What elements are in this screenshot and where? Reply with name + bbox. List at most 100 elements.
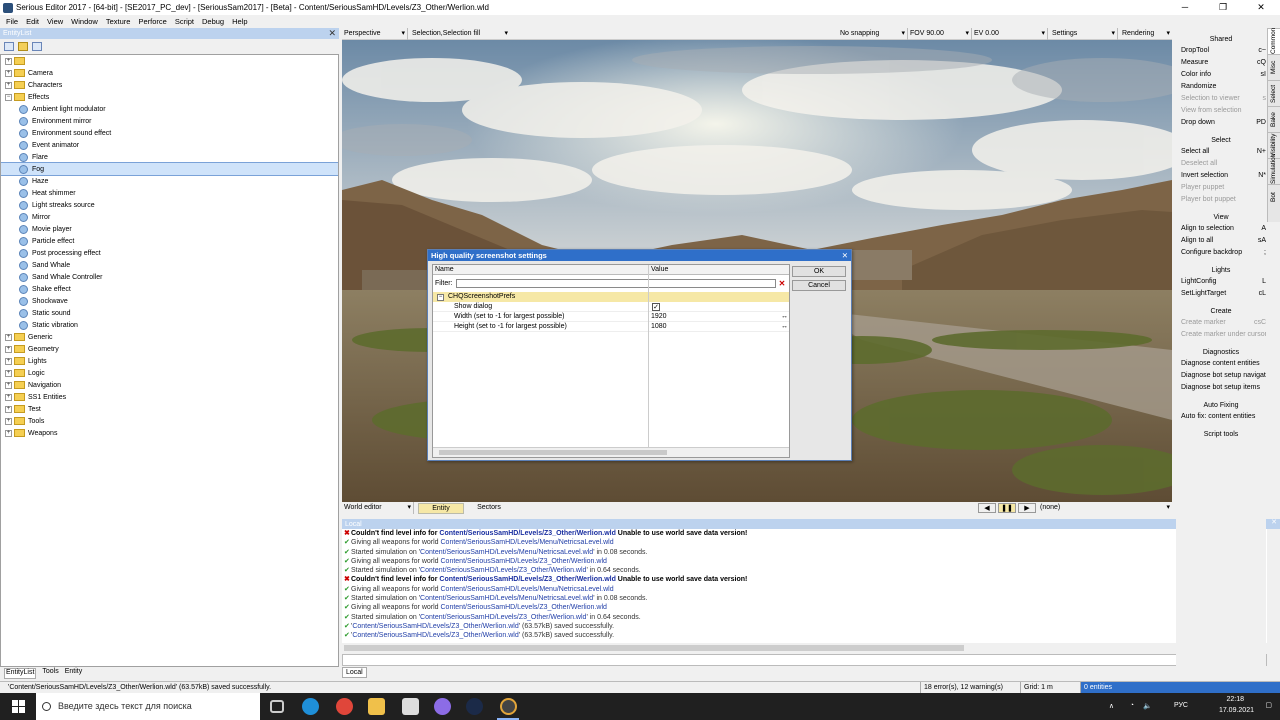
play-back-icon[interactable]: ◀ xyxy=(978,503,996,513)
editor-mode-dropdown[interactable]: World editor xyxy=(342,502,414,514)
spin-icon[interactable]: ↔ xyxy=(781,312,788,322)
tab-common[interactable]: Common xyxy=(1268,28,1280,54)
tool-action[interactable]: LightConfig L xyxy=(1176,276,1266,288)
tool-action[interactable]: SetLightTarget cL xyxy=(1176,288,1266,300)
height-value[interactable]: 1080 xyxy=(651,322,667,332)
close-icon[interactable]: ✕ xyxy=(328,28,336,39)
log-horizontal-scrollbar[interactable] xyxy=(342,643,1267,653)
tree-folder[interactable]: + Characters xyxy=(1,79,338,91)
expand-icon[interactable]: + xyxy=(5,81,12,89)
chrome-icon[interactable] xyxy=(336,698,353,715)
expand-icon[interactable]: + xyxy=(5,393,12,401)
collapse-icon[interactable]: − xyxy=(5,93,12,101)
view-mode-dropdown[interactable]: Perspective xyxy=(342,28,408,40)
tree-entity[interactable]: Movie player xyxy=(1,223,338,235)
playback-dropdown[interactable]: (none) xyxy=(1038,502,1172,514)
status-errors[interactable]: 18 error(s), 12 warning(s) xyxy=(920,682,1018,693)
tree-entity[interactable]: Environment mirror xyxy=(1,115,338,127)
tree-folder[interactable]: + Test xyxy=(1,403,338,415)
tree-folder[interactable]: + Navigation xyxy=(1,379,338,391)
new-folder-icon[interactable] xyxy=(18,41,28,51)
ok-button[interactable]: OK xyxy=(792,266,846,277)
settings-dropdown[interactable]: Settings xyxy=(1050,28,1118,40)
tool-action[interactable]: Color info sI xyxy=(1176,69,1266,81)
tab-entity[interactable]: Entity xyxy=(65,668,83,679)
log-path-link[interactable]: Content/SeriousSamHD/Levels/Z3_Other/Wer… xyxy=(352,632,518,639)
tool-action[interactable]: Diagnose bot setup items xyxy=(1176,382,1266,394)
minimize-icon[interactable]: ─ xyxy=(1166,0,1204,15)
edge-icon[interactable] xyxy=(302,698,319,715)
column-header-name[interactable]: Name xyxy=(433,265,649,275)
tool-action[interactable]: Randomize xyxy=(1176,81,1266,93)
menu-edit[interactable]: Edit xyxy=(26,17,39,26)
tray-chevron-icon[interactable]: ∧ xyxy=(1109,702,1114,710)
menu-help[interactable]: Help xyxy=(232,17,247,26)
tab-select[interactable]: Select xyxy=(1268,80,1280,106)
tool-action[interactable]: Align to all sA xyxy=(1176,235,1266,247)
tree-entity[interactable]: Heat shimmer xyxy=(1,187,338,199)
tree-entity[interactable]: Static vibration xyxy=(1,319,338,331)
selection-mode-label[interactable]: Selection,Selection fill xyxy=(410,28,510,40)
log-output[interactable]: ✖Couldn't find level info for Content/Se… xyxy=(342,529,1267,643)
play-icon[interactable]: ▶ xyxy=(1018,503,1036,513)
close-icon[interactable]: ✕ xyxy=(842,250,848,261)
width-value[interactable]: 1920 xyxy=(651,312,667,322)
tree-folder[interactable]: + Logic xyxy=(1,367,338,379)
expand-icon[interactable]: + xyxy=(5,429,12,437)
collapse-icon[interactable]: − xyxy=(437,294,444,301)
expand-icon[interactable]: + xyxy=(5,357,12,365)
log-vertical-scrollbar[interactable] xyxy=(1267,529,1280,643)
tool-action[interactable]: Align to selection A xyxy=(1176,223,1266,235)
tree-entity[interactable]: Environment sound effect xyxy=(1,127,338,139)
close-icon[interactable]: ✕ xyxy=(1242,0,1280,15)
tree-folder[interactable]: + Geometry xyxy=(1,343,338,355)
tab-sectors[interactable]: Sectors xyxy=(466,503,512,514)
tree-entity[interactable]: Post processing effect xyxy=(1,247,338,259)
clear-filter-icon[interactable]: ✕ xyxy=(777,279,787,288)
log-path-link[interactable]: Content/SeriousSamHD/Levels/Z3_Other/Wer… xyxy=(439,530,615,537)
fov-dropdown[interactable]: FOV 90.00 xyxy=(908,28,972,40)
filter-input[interactable] xyxy=(456,279,776,288)
tree-entity[interactable]: Mirror xyxy=(1,211,338,223)
expand-icon[interactable]: + xyxy=(5,417,12,425)
expand-icon[interactable]: + xyxy=(5,405,12,413)
clock-time[interactable]: 22:18 xyxy=(1226,696,1244,703)
tool-action[interactable]: DropTool c~ xyxy=(1176,45,1266,57)
log-path-link[interactable]: Content/SeriousSamHD/Levels/Menu/Netrics… xyxy=(420,549,593,556)
tool-action[interactable]: Select all N+ xyxy=(1176,146,1266,158)
language-indicator[interactable]: РУС xyxy=(1174,702,1188,709)
tree-entity[interactable]: Ambient light modulator xyxy=(1,103,338,115)
tree-entity[interactable]: Event animator xyxy=(1,139,338,151)
ev-dropdown[interactable]: EV 0.00 xyxy=(972,28,1048,40)
cancel-button[interactable]: Cancel xyxy=(792,280,846,291)
property-row[interactable]: Height (set to -1 for largest possible) … xyxy=(433,322,789,332)
steam-icon[interactable] xyxy=(466,698,483,715)
tree-entity[interactable]: Flare xyxy=(1,151,338,163)
close-icon[interactable]: ✕ xyxy=(1271,518,1277,526)
tree-folder[interactable]: − Effects xyxy=(1,91,338,103)
tab-entitylist[interactable]: EntityList xyxy=(4,668,37,679)
tree-folder[interactable]: + xyxy=(1,55,338,67)
file-explorer-icon[interactable] xyxy=(368,698,385,715)
menu-perforce[interactable]: Perforce xyxy=(138,17,166,26)
menu-view[interactable]: View xyxy=(47,17,63,26)
expand-icon[interactable]: + xyxy=(5,381,12,389)
menu-file[interactable]: File xyxy=(6,17,18,26)
expand-icon[interactable]: + xyxy=(5,333,12,341)
tree-entity[interactable]: Sand Whale Controller xyxy=(1,271,338,283)
menu-script[interactable]: Script xyxy=(175,17,194,26)
expand-icon[interactable]: + xyxy=(5,345,12,353)
menu-texture[interactable]: Texture xyxy=(106,17,131,26)
snapping-dropdown[interactable]: No snapping xyxy=(838,28,908,40)
log-path-link[interactable]: Content/SeriousSamHD/Levels/Menu/Netrics… xyxy=(441,539,614,546)
category-row[interactable]: − CHQScreenshotPrefs xyxy=(433,292,789,302)
taskbar-search-input[interactable]: Введите здесь текст для поиска xyxy=(36,693,260,720)
tool-action[interactable]: Diagnose content entities xyxy=(1176,358,1266,370)
horizontal-scrollbar[interactable] xyxy=(433,447,789,457)
tree-entity[interactable]: Sand Whale xyxy=(1,259,338,271)
tool-action[interactable]: Auto fix: content entities xyxy=(1176,411,1266,423)
show-dialog-checkbox[interactable]: ✓ xyxy=(652,303,660,311)
tool-action[interactable]: Configure backdrop; xyxy=(1176,247,1266,259)
tab-misc[interactable]: Misc xyxy=(1268,54,1280,80)
spin-icon[interactable]: ↔ xyxy=(781,322,788,332)
